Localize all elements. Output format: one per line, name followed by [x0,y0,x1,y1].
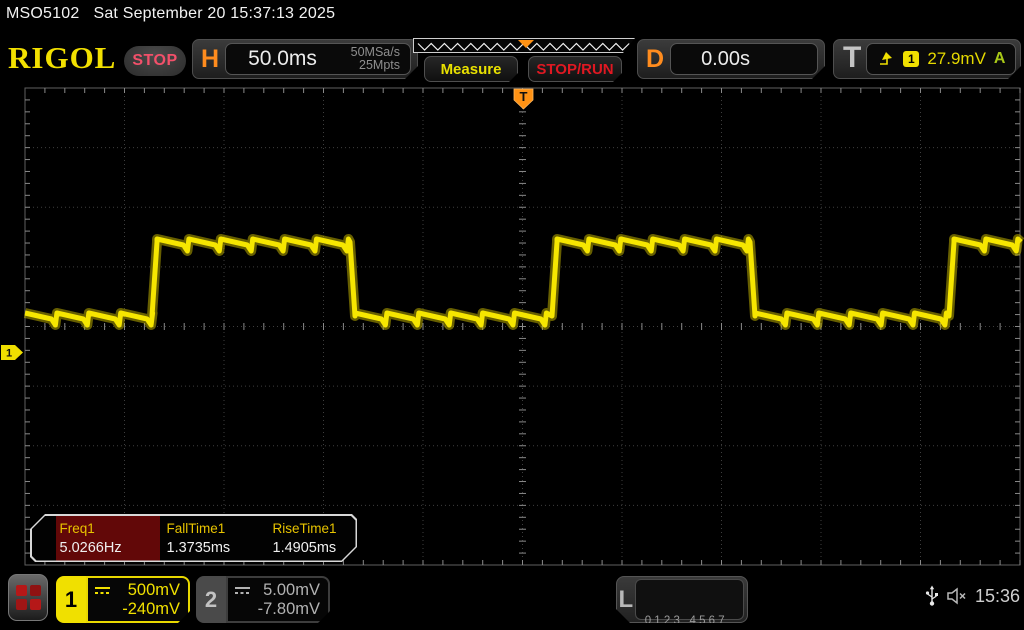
oscilloscope-screen: MSO5102 Sat September 20 15:37:13 2025 RI… [0,0,1024,630]
rigol-logo: RIGOL [8,40,116,76]
ch1-waveform-trace [25,239,1021,325]
model-name: MSO5102 [6,5,79,22]
trigger-source-badge: 1 [903,51,919,67]
logic-label: L [617,577,635,622]
channel2-block[interactable]: 2 5.00mV -7.80mV [196,576,330,623]
channel1-values: 500mV -240mV [86,576,190,623]
measurement-panel-body: Freq1 5.0266Hz FallTime1 1.3735ms RiseTi… [32,516,356,561]
delay-settings-block[interactable]: D 0.00s [637,39,825,79]
rising-edge-trigger-icon [879,51,895,67]
trigger-level-value: 27.9mV [927,49,986,69]
grid-squares-icon [16,585,41,610]
channel2-values: 5.00mV -7.80mV [226,576,330,623]
clock-label: 15:36 [975,586,1020,607]
trigger-settings-block[interactable]: T 1 27.9mV A [833,39,1021,79]
channel1-number-tab: 1 [56,576,86,623]
channel2-scale: 5.00mV [263,581,320,600]
usb-icon[interactable] [925,585,939,607]
horizontal-settings-block[interactable]: H 50.0ms 50MSa/s 25Mpts [192,39,418,79]
dc-coupling-icon [234,585,251,596]
memory-depth: 25Mpts [351,59,400,72]
measurement-value: 5.0266Hz [60,540,160,556]
stop-run-button[interactable]: STOP/RUN [528,56,622,82]
channel2-offset: -7.80mV [258,600,320,619]
datetime-label: Sat September 20 15:37:13 2025 [93,5,335,22]
logic-channels-block[interactable]: L 0 1 2 3 4 5 6 7 8 9 1011 12131415 [616,576,748,623]
channel1-marker-number: 1 [6,348,12,360]
acquisition-rates: 50MSa/s 25Mpts [351,46,410,72]
delay-label: D [638,45,670,74]
channel1-block[interactable]: 1 500mV -240mV [56,576,190,623]
trigger-label: T [834,41,866,77]
trigger-sweep-mode: A [994,50,1008,68]
graticule [25,88,1020,565]
channel2-number-tab: 2 [196,576,226,623]
memory-waveform-icon [414,39,636,54]
measurement-item-freq1[interactable]: Freq1 5.0266Hz [56,516,160,561]
dc-coupling-icon [94,585,111,596]
measurement-value: 1.3735ms [167,540,268,556]
horizontal-label: H [193,45,225,74]
channel1-offset: -240mV [122,600,180,619]
status-icons: 15:36 [925,585,1020,607]
logic-channel-list: 0 1 2 3 4 5 6 7 8 9 1011 12131415 [635,579,744,620]
logic-row-0-7: 0 1 2 3 4 5 6 7 [645,614,743,628]
measurement-panel[interactable]: Freq1 5.0266Hz FallTime1 1.3735ms RiseTi… [30,514,357,562]
measurement-item-falltime1[interactable]: FallTime1 1.3735ms [164,516,268,561]
waveform-memory-bar[interactable] [413,38,635,53]
measure-button-label: Measure [441,61,502,78]
measurement-label: FallTime1 [167,521,268,536]
delay-value: 0.00s [671,48,750,71]
titlebar: MSO5102 Sat September 20 15:37:13 2025 [6,5,335,23]
acquisition-status-badge: STOP [124,46,186,76]
waveform-display-area: T 1 [0,85,1024,568]
measurement-label: Freq1 [60,521,160,536]
stop-run-button-label: STOP/RUN [536,61,613,78]
menu-grid-button[interactable] [8,574,48,621]
trigger-inset: 1 27.9mV A [866,43,1016,75]
channel1-scale: 500mV [128,581,180,600]
delay-inset: 0.00s [670,43,818,75]
acquisition-status-label: STOP [132,52,177,70]
trigger-position-marker[interactable]: T [514,89,533,109]
timebase-value: 50.0ms [226,47,351,71]
trigger-marker-letter: T [520,89,528,104]
measure-button[interactable]: Measure [424,56,518,82]
speaker-muted-icon[interactable] [946,587,968,605]
channel1-position-marker[interactable]: 1 [1,345,23,360]
horizontal-inset: 50.0ms 50MSa/s 25Mpts [225,43,411,75]
